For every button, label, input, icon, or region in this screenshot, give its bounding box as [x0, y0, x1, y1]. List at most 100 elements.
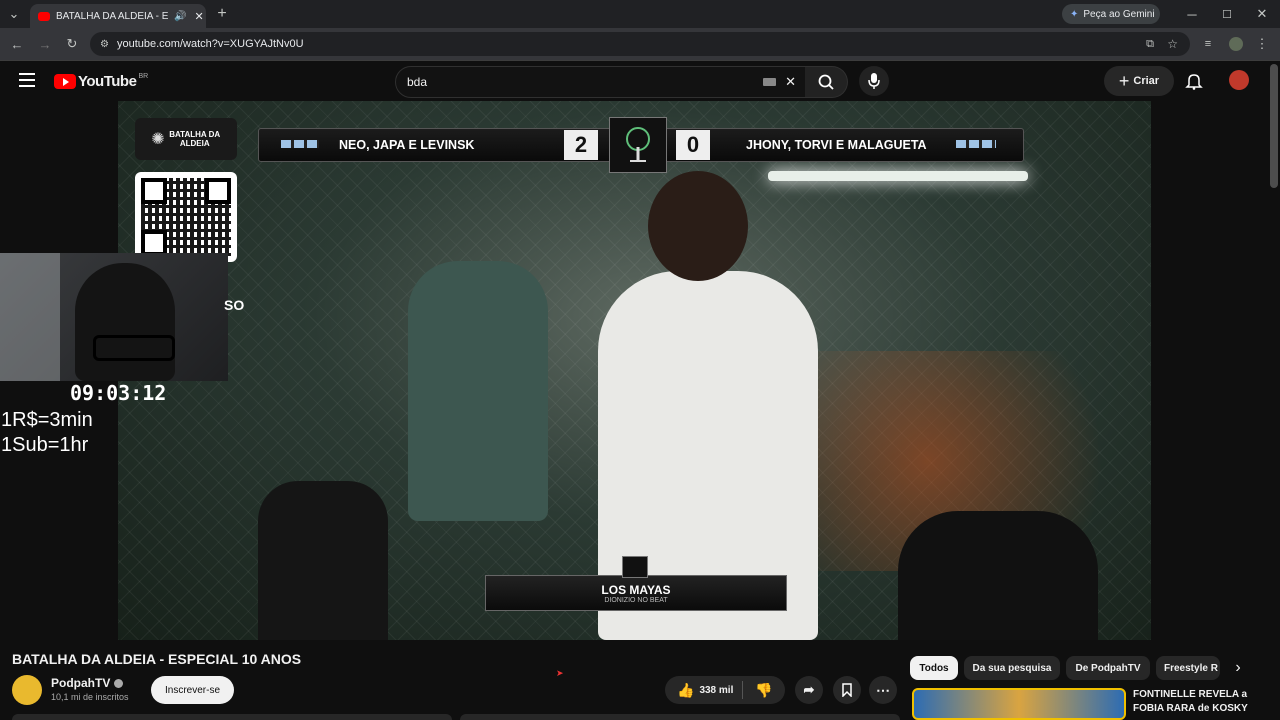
- recommended-thumbnail[interactable]: [912, 688, 1126, 720]
- recommended-title[interactable]: FONTINELLE REVELA a FOBIA RARA de KOSKY: [1133, 688, 1248, 716]
- thumbs-up-icon: 👍: [677, 681, 695, 698]
- tab-title: BATALHA DA ALDEIA - ESPE: [56, 10, 168, 22]
- more-horizontal-icon: ⋯: [876, 681, 890, 698]
- subscriber-count: 10,1 mi de inscritos: [51, 692, 129, 702]
- account-avatar[interactable]: [1229, 70, 1249, 90]
- chrome-menu-icon[interactable]: ⋮: [1254, 36, 1270, 52]
- country-code: BR: [138, 73, 149, 80]
- donation-rate: 1R$=3min: [1, 409, 93, 431]
- scoreboard: NEO, JAPA E LEVINSK 2 0 JHONY, TORVI E M…: [258, 117, 1024, 173]
- site-info-icon[interactable]: ⚙: [100, 39, 109, 50]
- clear-search-icon[interactable]: ✕: [785, 74, 796, 90]
- like-button[interactable]: 👍 338 mil: [677, 682, 733, 699]
- streamer-webcam: [0, 253, 228, 381]
- chip-from-search[interactable]: Da sua pesquisa: [964, 656, 1060, 680]
- left-team-name: NEO, JAPA E LEVINSK: [339, 138, 475, 152]
- right-team-name: JHONY, TORVI E MALAGUETA: [746, 138, 927, 152]
- streamer-glasses: [93, 335, 175, 361]
- maximize-icon[interactable]: ☐: [1219, 6, 1235, 22]
- lower-third-subtitle: DIONIZIO NO BEAT: [604, 596, 668, 604]
- gemini-label: Peça ao Gemini: [1083, 8, 1155, 20]
- search-icon: [818, 74, 834, 90]
- youtube-favicon-icon: [38, 11, 50, 21]
- thumbs-down-icon: 👎: [755, 681, 773, 698]
- tab-close-icon[interactable]: ✕: [194, 10, 203, 23]
- search-input[interactable]: bda ✕: [395, 66, 807, 98]
- video-info-section: BATALHA DA ALDEIA - ESPECIAL 10 ANOS Pod…: [0, 640, 1280, 720]
- tree-emblem-icon: [609, 117, 667, 173]
- gemini-button[interactable]: ✦ Peça ao Gemini: [1062, 4, 1160, 24]
- minimize-icon[interactable]: ─: [1184, 6, 1200, 22]
- reload-icon[interactable]: ↻: [63, 36, 81, 52]
- share-button[interactable]: ➦: [795, 676, 823, 704]
- channel-avatar[interactable]: [12, 675, 42, 705]
- lower-third-banner: LOS MAYAS DIONIZIO NO BEAT: [485, 575, 787, 611]
- chip-freestyle[interactable]: Freestyle R: [1156, 656, 1220, 680]
- chip-label: Da sua pesquisa: [972, 662, 1052, 674]
- sub-rate: 1Sub=1hr: [1, 434, 89, 456]
- window-close-icon[interactable]: ✕: [1254, 6, 1270, 22]
- profile-avatar[interactable]: [1229, 37, 1243, 51]
- voice-search-button[interactable]: [859, 66, 889, 96]
- youtube-header: YouTube BR bda ✕ + Criar: [0, 61, 1280, 101]
- right-team-flags-icon: [956, 140, 996, 148]
- like-divider: [742, 681, 744, 699]
- person-left: [258, 481, 388, 640]
- forward-icon[interactable]: →: [36, 36, 54, 52]
- browser-toolbar: ← → ↻ ⚙ youtube.com/watch?v=XUGYAJtNv0U …: [0, 28, 1280, 61]
- youtube-logo[interactable]: YouTube BR: [54, 73, 148, 90]
- back-icon[interactable]: ←: [8, 36, 26, 52]
- event-logo-text: BATALHA DA ALDEIA: [169, 130, 221, 148]
- media-control-icon[interactable]: ≡: [1200, 36, 1216, 52]
- tab-search-chevron-icon[interactable]: ⌄: [6, 6, 22, 22]
- like-count: 338 mil: [699, 684, 734, 696]
- recommended-title-line2: FOBIA RARA de KOSKY: [1133, 703, 1248, 714]
- browser-tab[interactable]: BATALHA DA ALDEIA - ESPE 🔊 ✕: [30, 4, 206, 28]
- event-logo: ✺ BATALHA DA ALDEIA: [135, 118, 237, 160]
- comments-box-top: [460, 714, 900, 720]
- subscribe-label: Inscrever-se: [164, 684, 220, 696]
- search-button[interactable]: [805, 66, 848, 98]
- create-button[interactable]: + Criar: [1104, 66, 1174, 96]
- channel-name[interactable]: PodpahTV: [51, 676, 110, 690]
- hamburger-menu-icon[interactable]: [19, 73, 35, 87]
- left-score: 2: [564, 130, 598, 160]
- subscribe-button[interactable]: Inscrever-se: [151, 676, 234, 704]
- streamer-silhouette: [75, 263, 175, 381]
- video-title: BATALHA DA ALDEIA - ESPECIAL 10 ANOS: [12, 651, 302, 667]
- description-box-top[interactable]: [12, 714, 452, 720]
- chip-from-channel[interactable]: De PodpahTV: [1066, 656, 1150, 680]
- video-player[interactable]: NEO, JAPA E LEVINSK 2 0 JHONY, TORVI E M…: [118, 101, 1151, 640]
- qr-code: [135, 172, 237, 262]
- keyboard-icon[interactable]: [763, 78, 776, 86]
- more-actions-button[interactable]: ⋯: [869, 676, 897, 704]
- browser-tab-bar: ⌄ BATALHA DA ALDEIA - ESPE 🔊 ✕ + ✦ Peça …: [0, 0, 1280, 28]
- chips-next-chevron-icon[interactable]: ›: [1226, 656, 1250, 680]
- bookmark-star-icon[interactable]: ☆: [1167, 37, 1178, 51]
- save-button[interactable]: [833, 676, 861, 704]
- audio-playing-icon[interactable]: 🔊: [174, 11, 186, 22]
- install-app-icon[interactable]: ⧉: [1146, 38, 1154, 51]
- like-dislike-group: 👍 338 mil 👎: [665, 676, 785, 704]
- chip-all[interactable]: Todos: [910, 656, 958, 680]
- page-scrollbar[interactable]: [1270, 64, 1278, 188]
- seated-person: [408, 261, 548, 521]
- person-right: [898, 511, 1098, 640]
- search-query: bda: [407, 75, 428, 89]
- partial-overlay-text: SO: [224, 297, 245, 313]
- gemini-sparkle-icon: ✦: [1070, 8, 1079, 20]
- share-arrow-icon: ➦: [803, 682, 815, 697]
- mouse-cursor-icon: ➤: [556, 668, 564, 678]
- notifications-bell-icon[interactable]: [1185, 72, 1203, 90]
- lower-third-title: LOS MAYAS: [601, 582, 671, 597]
- channel-name-row[interactable]: PodpahTV: [51, 676, 124, 690]
- stage-light: [768, 171, 1028, 181]
- dislike-button[interactable]: 👎: [755, 682, 772, 699]
- new-tab-icon[interactable]: +: [214, 5, 230, 22]
- right-score: 0: [676, 130, 710, 160]
- performer-head: [648, 171, 748, 281]
- address-bar[interactable]: ⚙ youtube.com/watch?v=XUGYAJtNv0U ⧉ ☆: [90, 32, 1190, 56]
- left-team-flags-icon: [281, 140, 319, 148]
- verified-badge-icon: [114, 678, 124, 688]
- create-label: Criar: [1133, 75, 1160, 87]
